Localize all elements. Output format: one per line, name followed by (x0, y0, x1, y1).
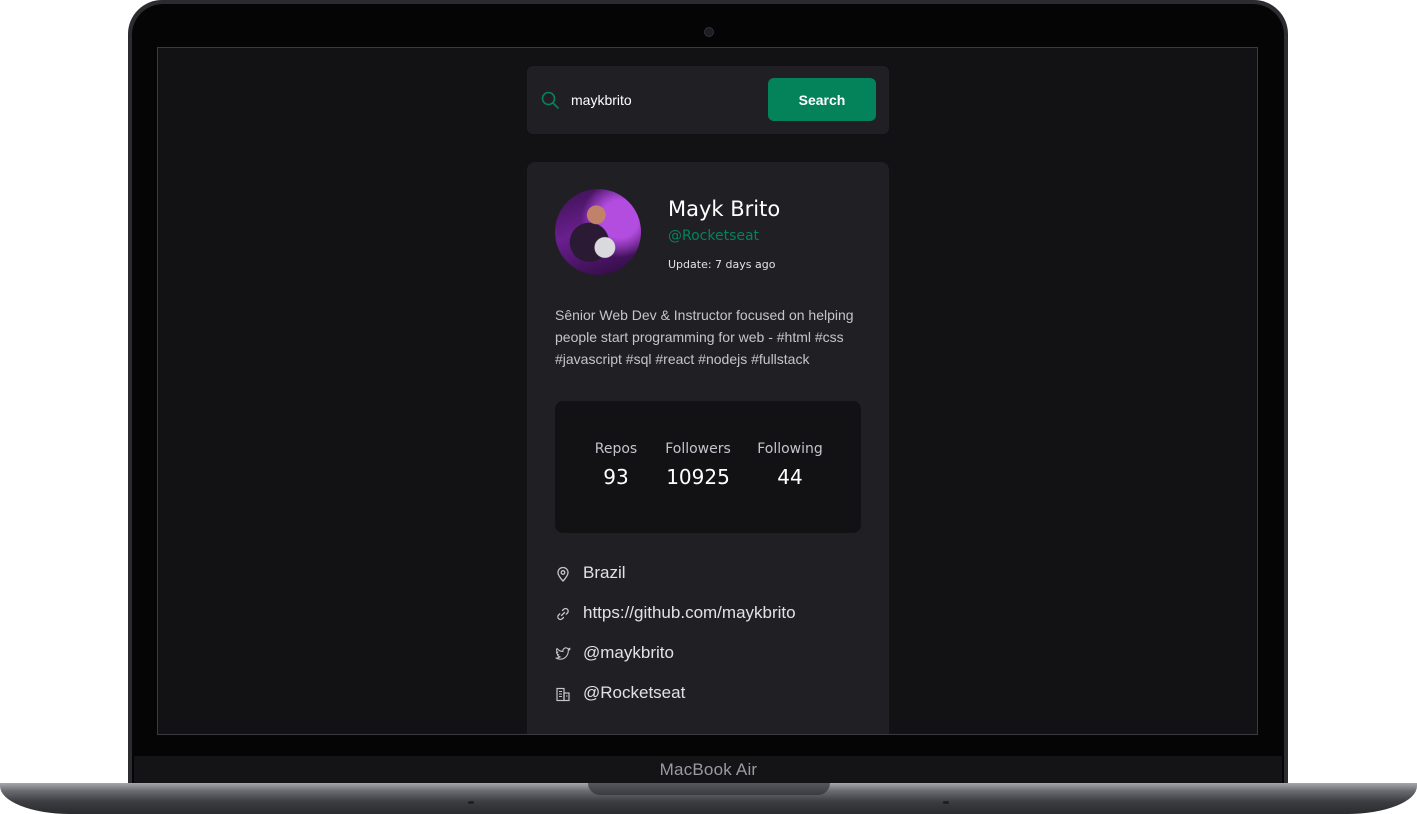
info-blog-link[interactable]: https://github.com/maykbrito (583, 603, 796, 623)
stat-label: Followers (665, 441, 731, 457)
stat-followers: Followers 10925 (653, 441, 743, 489)
stat-value: 10925 (666, 465, 730, 489)
laptop-foot (468, 801, 474, 804)
stat-value: 44 (777, 465, 803, 489)
link-icon (557, 607, 569, 621)
stat-label: Repos (594, 441, 638, 457)
camera-icon (704, 27, 714, 37)
stat-following: Following 44 (745, 441, 835, 489)
stat-label: Following (757, 441, 823, 457)
profile-bio: Sênior Web Dev & Instructor focused on h… (555, 307, 854, 367)
search-bar: Search (527, 66, 889, 134)
info-company-text: @Rocketseat (583, 683, 686, 702)
stat-value: 93 (603, 465, 629, 489)
search-input[interactable] (571, 88, 751, 112)
building-icon (556, 687, 570, 702)
device-model-label: MacBook Air (659, 760, 758, 779)
info-location-text: Brazil (583, 563, 626, 582)
update-timestamp: Update: 7 days ago (668, 258, 776, 271)
profile-name: Mayk Brito (668, 197, 781, 221)
avatar (555, 189, 641, 275)
stat-repos: Repos 93 (571, 441, 661, 489)
profile-company-link[interactable]: @Rocketseat (668, 228, 759, 244)
laptop-foot (943, 801, 949, 804)
info-twitter-link[interactable]: @maykbrito (583, 643, 674, 663)
search-button[interactable]: Search (768, 78, 876, 121)
stats-panel: Repos 93 Followers 10925 Following 44 (555, 401, 861, 533)
app-screen: Search Mayk Brito @Rocketseat Update: 7 … (157, 47, 1258, 735)
profile-card: Mayk Brito @Rocketseat Update: 7 days ag… (527, 162, 889, 734)
map-pin-icon (557, 566, 569, 582)
laptop-notch (588, 783, 830, 795)
search-icon (541, 91, 559, 109)
twitter-icon (555, 647, 571, 660)
